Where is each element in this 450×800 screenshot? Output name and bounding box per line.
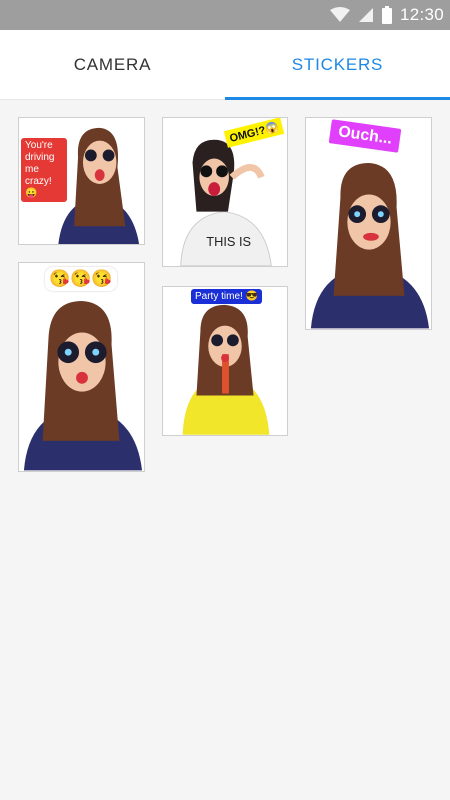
wifi-icon	[329, 7, 350, 23]
sticker-image	[306, 118, 431, 329]
tab-bar: CAMERA STICKERS	[0, 30, 450, 100]
sticker-image: THIS IS	[163, 118, 287, 266]
clock: 12:30	[399, 5, 444, 24]
sticker-image	[19, 263, 144, 471]
status-bar: 12:30	[0, 0, 450, 30]
sticker-card[interactable]: 😘😘😘	[18, 262, 145, 472]
sticker-card[interactable]: THIS IS OMG!?😱	[162, 117, 288, 267]
sticker-grid: You're driving me crazy! 😛 THIS IS OMG!?…	[0, 100, 450, 800]
tab-camera[interactable]: CAMERA	[0, 30, 225, 99]
sticker-card[interactable]: Party time! 😎	[162, 286, 288, 436]
sticker-caption: Party time! 😎	[191, 289, 263, 304]
sticker-caption: You're driving me crazy! 😛	[21, 138, 67, 202]
sticker-image	[163, 287, 287, 435]
sticker-caption: 😘😘😘	[45, 267, 117, 291]
battery-icon	[381, 6, 392, 24]
sticker-card[interactable]: You're driving me crazy! 😛	[18, 117, 145, 245]
svg-text:THIS IS: THIS IS	[206, 234, 251, 249]
signal-icon	[358, 7, 374, 23]
sticker-card[interactable]: Ouch...	[305, 117, 432, 330]
tab-stickers[interactable]: STICKERS	[225, 30, 450, 100]
